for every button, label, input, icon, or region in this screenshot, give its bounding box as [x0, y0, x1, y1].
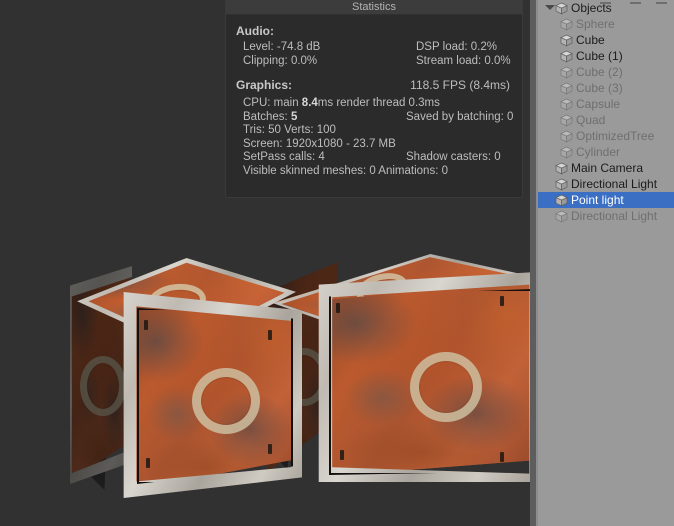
- hierarchy-item-label: OptimizedTree: [576, 129, 655, 143]
- screen-label: Screen: 1920x1080 - 23.7 MB: [243, 137, 396, 150]
- saved-by-batching-label: Saved by batching: 0: [406, 110, 514, 123]
- setpass-calls-label: SetPass calls: 4: [243, 151, 325, 163]
- hierarchy-panel[interactable]: Objects Sphere Cube Cube (1) Cube (2) Cu…: [538, 0, 674, 526]
- cube-icon: [555, 210, 568, 223]
- hierarchy-item-label: Point light: [571, 193, 624, 207]
- crate-back-bolt-br: [500, 452, 504, 462]
- crate-back-bolt-bl: [340, 450, 344, 460]
- statistics-panel[interactable]: Statistics Audio: Level: -74.8 dB DSP lo…: [225, 0, 523, 198]
- hierarchy-item-label: Main Camera: [571, 161, 644, 175]
- hierarchy-item-cylinder[interactable]: Cylinder: [538, 144, 674, 160]
- crate-back-front-innerframe: [329, 289, 533, 475]
- cube-icon: [560, 98, 573, 111]
- cube-icon: [560, 130, 573, 143]
- cube-icon: [560, 114, 573, 127]
- audio-clipping-label: Clipping: 0.0%: [243, 54, 318, 67]
- cube-icon: [555, 2, 568, 15]
- hierarchy-item-cube[interactable]: Cube: [538, 32, 674, 48]
- hierarchy-item-label: Objects: [571, 1, 612, 15]
- crate-back-bolt-tl: [336, 303, 340, 313]
- graphics-screen-row: Screen: 1920x1080 - 23.7 MB: [226, 138, 522, 152]
- cube-icon: [560, 66, 573, 79]
- crate-back-bolt-tr: [500, 296, 504, 306]
- batches-value: 5: [290, 110, 298, 123]
- crate-front-bolt-tl: [144, 320, 148, 330]
- hierarchy-item-cube-1[interactable]: Cube (1): [538, 48, 674, 64]
- skinned-animations-label: Visible skinned meshes: 0 Animations: 0: [243, 164, 448, 177]
- hierarchy-item-capsule[interactable]: Capsule: [538, 96, 674, 112]
- graphics-heading-text: Graphics:: [236, 78, 293, 92]
- hierarchy-item-cube-2[interactable]: Cube (2): [538, 64, 674, 80]
- graphics-batches-row: Batches: 5 Saved by batching: 0: [226, 111, 522, 125]
- hierarchy-item-optimizedtree[interactable]: OptimizedTree: [538, 128, 674, 144]
- hierarchy-item-sphere[interactable]: Sphere: [538, 16, 674, 32]
- hierarchy-item-label: Cube (1): [576, 49, 623, 63]
- hierarchy-item-label: Quad: [576, 113, 606, 127]
- chevron-down-icon[interactable]: [544, 0, 555, 16]
- cube-icon: [555, 194, 568, 207]
- crate-front-bolt-bl: [146, 458, 150, 468]
- shadow-casters-label: Shadow casters: 0: [406, 151, 501, 163]
- cube-icon: [555, 178, 568, 191]
- crate-front-bolt-br: [268, 444, 272, 454]
- audio-dsp-load-label: DSP load: 0.2%: [416, 41, 497, 53]
- hierarchy-item-quad[interactable]: Quad: [538, 112, 674, 128]
- graphics-section-heading: Graphics: 118.5 FPS (8.4ms): [226, 68, 522, 95]
- editor-window: Statistics Audio: Level: -74.8 dB DSP lo…: [0, 0, 674, 526]
- hierarchy-item-point-light[interactable]: Point light: [538, 192, 674, 208]
- cube-icon: [560, 82, 573, 95]
- batches-prefix: Batches:: [243, 110, 291, 123]
- hierarchy-item-label: Cube: [576, 33, 605, 47]
- cube-icon: [560, 50, 573, 63]
- hierarchy-item-label: Cube (2): [576, 65, 623, 79]
- crate-front-left-ring: [80, 356, 126, 416]
- graphics-cpu-row: CPU: main 8.4ms render thread 0.3ms: [226, 95, 522, 111]
- hierarchy-item-cube-3[interactable]: Cube (3): [538, 80, 674, 96]
- graphics-fps-value: 118.5 FPS (8.4ms): [410, 78, 510, 92]
- audio-heading-text: Audio:: [236, 24, 274, 38]
- audio-level-row: Level: -74.8 dB DSP load: 0.2%: [226, 41, 522, 55]
- hierarchy-item-directional-light[interactable]: Directional Light: [538, 176, 674, 192]
- statistics-body: Audio: Level: -74.8 dB DSP load: 0.2% Cl…: [226, 15, 522, 178]
- audio-section-heading: Audio:: [226, 21, 522, 41]
- cpu-prefix: CPU: main: [243, 97, 302, 109]
- graphics-setpass-row: SetPass calls: 4 Shadow casters: 0: [226, 151, 522, 165]
- audio-clipping-row: Clipping: 0.0% Stream load: 0.0%: [226, 55, 522, 69]
- hierarchy-item-label: Directional Light: [571, 209, 658, 223]
- graphics-skinned-row: Visible skinned meshes: 0 Animations: 0: [226, 165, 522, 179]
- hierarchy-item-label: Cube (3): [576, 81, 623, 95]
- hierarchy-list: Objects Sphere Cube Cube (1) Cube (2) Cu…: [538, 0, 674, 224]
- cube-icon: [560, 18, 573, 31]
- graphics-tris-verts-row: Tris: 50 Verts: 100: [226, 124, 522, 138]
- audio-level-label: Level: -74.8 dB: [243, 41, 321, 53]
- crate-front-bolt-tr: [268, 330, 272, 340]
- cube-icon: [560, 34, 573, 47]
- cpu-main-value: 8.4: [301, 97, 318, 109]
- statistics-title: Statistics: [226, 0, 522, 15]
- hierarchy-item-label: Capsule: [576, 97, 621, 111]
- hierarchy-item-label: Cylinder: [576, 145, 621, 159]
- cube-icon: [560, 146, 573, 159]
- hierarchy-item-main-camera[interactable]: Main Camera: [538, 160, 674, 176]
- hierarchy-item-label: Directional Light: [571, 177, 658, 191]
- hierarchy-item-objects[interactable]: Objects: [538, 0, 674, 16]
- cube-icon: [555, 162, 568, 175]
- hierarchy-item-directional-light[interactable]: Directional Light: [538, 208, 674, 224]
- audio-stream-load-label: Stream load: 0.0%: [416, 54, 511, 67]
- cpu-suffix: ms render thread 0.3ms: [317, 97, 440, 109]
- hierarchy-item-label: Sphere: [576, 17, 615, 31]
- tris-verts-label: Tris: 50 Verts: 100: [243, 124, 336, 136]
